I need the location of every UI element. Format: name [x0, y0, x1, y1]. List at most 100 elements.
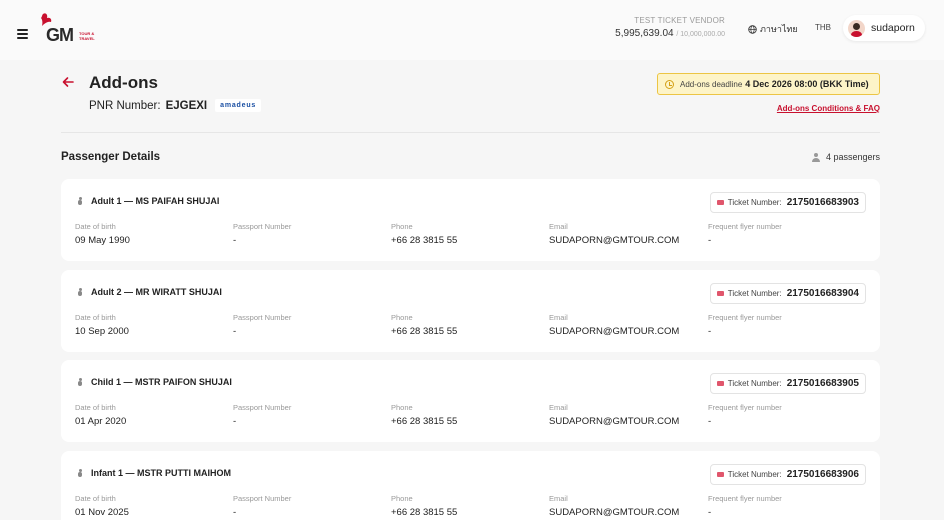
passenger-icon: [77, 287, 83, 297]
passport-label: Passport Number: [233, 313, 292, 322]
passport-value: -: [233, 235, 237, 246]
dob-value: 01 Nov 2025: [75, 507, 129, 518]
ticket-label: Ticket Number:: [727, 470, 782, 479]
ticket-label: Ticket Number:: [727, 289, 782, 298]
clock-icon: [665, 79, 674, 89]
language-selector[interactable]: ภาษาไทย: [748, 22, 798, 36]
passport-label: Passport Number: [233, 403, 292, 412]
passenger-title-row: Adult 1 — MS PAIFAH SHUJAI: [77, 196, 219, 206]
passenger-name: Child 1 — MSTR PAIFON SHUJAI: [91, 377, 232, 387]
ticket-number: 2175016683906: [786, 469, 859, 480]
passport-label: Passport Number: [233, 494, 292, 503]
phone-value: +66 28 3815 55: [391, 507, 458, 518]
email-label: Email: [549, 403, 568, 412]
divider: [61, 132, 880, 133]
ffn-value: -: [708, 235, 712, 246]
passenger-card: Adult 1 — MS PAIFAH SHUJAI Ticket Number…: [61, 179, 880, 261]
balance-value: 5,995,639.04: [615, 28, 674, 39]
ffn-label: Frequent flyer number: [708, 494, 782, 503]
dob-value: 01 Apr 2020: [75, 416, 127, 427]
passenger-card: Child 1 — MSTR PAIFON SHUJAI Ticket Numb…: [61, 360, 880, 442]
currency-selector[interactable]: THB: [815, 23, 831, 32]
avatar: [848, 19, 865, 37]
ticket-icon: [716, 472, 724, 477]
dob-label: Date of birth: [75, 222, 116, 231]
phone-value: +66 28 3815 55: [391, 326, 458, 337]
passenger-icon: [77, 468, 83, 478]
ffn-value: -: [708, 416, 712, 427]
passport-label: Passport Number: [233, 222, 292, 231]
ffn-value: -: [708, 326, 712, 337]
user-menu[interactable]: sudaporn: [843, 15, 925, 41]
person-icon: [811, 152, 820, 162]
phone-label: Phone: [391, 222, 413, 231]
passenger-name: Infant 1 — MSTR PUTTI MAIHOM: [91, 468, 231, 478]
ticket-label: Ticket Number:: [727, 379, 782, 388]
language-label: ภาษาไทย: [760, 24, 798, 34]
globe-icon: [748, 24, 757, 34]
ticket-icon: [716, 381, 724, 386]
vendor-name: TEST TICKET VENDOR: [634, 16, 725, 25]
logo-subtext: TOUR & TRAVEL: [79, 31, 95, 41]
email-value: SUDAPORN@GMTOUR.COM: [549, 235, 680, 246]
section-title: Passenger Details: [61, 151, 161, 163]
email-value: SUDAPORN@GMTOUR.COM: [549, 416, 680, 427]
ticket-icon: [716, 291, 724, 296]
ffn-value: -: [708, 507, 712, 518]
passenger-name: Adult 2 — MR WIRATT SHUJAI: [91, 287, 222, 297]
pnr-row: PNR Number: EJGEXI amadeus: [89, 99, 262, 112]
ticket-number-badge: Ticket Number: 2175016683903: [709, 192, 866, 213]
pnr-label: PNR Number:: [89, 99, 161, 112]
dob-label: Date of birth: [75, 313, 116, 322]
ticket-number: 2175016683903: [786, 197, 859, 208]
ticket-number: 2175016683905: [786, 378, 859, 389]
pnr-value: EJGEXI: [165, 99, 208, 112]
vendor-balance: TEST TICKET VENDOR 5,995,639.04 / 10,000…: [615, 16, 725, 39]
ffn-label: Frequent flyer number: [708, 403, 782, 412]
email-label: Email: [549, 222, 568, 231]
email-value: SUDAPORN@GMTOUR.COM: [549, 326, 680, 337]
phone-label: Phone: [391, 494, 413, 503]
phone-value: +66 28 3815 55: [391, 235, 458, 246]
logo[interactable]: GM TOUR & TRAVEL: [39, 12, 103, 45]
passenger-icon: [77, 196, 83, 206]
ticket-label: Ticket Number:: [727, 198, 782, 207]
phone-label: Phone: [391, 313, 413, 322]
email-label: Email: [549, 494, 568, 503]
deadline-label: Add-ons deadline: [680, 79, 743, 89]
ticket-number: 2175016683904: [786, 288, 859, 299]
passenger-title-row: Child 1 — MSTR PAIFON SHUJAI: [77, 377, 232, 387]
deadline-banner: Add-ons deadline 4 Dec 2026 08:00 (BKK T…: [657, 73, 880, 95]
email-label: Email: [549, 313, 568, 322]
ticket-number-badge: Ticket Number: 2175016683906: [709, 464, 866, 485]
deadline-value: 4 Dec 2026 08:00 (BKK Time): [745, 79, 869, 89]
passport-value: -: [233, 507, 237, 518]
passenger-title-row: Adult 2 — MR WIRATT SHUJAI: [77, 287, 222, 297]
faq-link[interactable]: Add-ons Conditions & FAQ: [777, 104, 880, 113]
back-arrow-icon[interactable]: [61, 75, 75, 89]
balance: 5,995,639.04 / 10,000,000.00: [615, 28, 725, 39]
dob-value: 10 Sep 2000: [75, 326, 129, 337]
ticket-number-badge: Ticket Number: 2175016683905: [709, 373, 866, 394]
passenger-name: Adult 1 — MS PAIFAH SHUJAI: [91, 196, 220, 206]
passenger-count: 4 passengers: [811, 152, 880, 162]
logo-text: GM: [46, 25, 74, 45]
dob-label: Date of birth: [75, 403, 116, 412]
passenger-icon: [77, 377, 83, 387]
dob-value: 09 May 1990: [75, 235, 130, 246]
page-title: Add-ons: [89, 73, 158, 92]
gds-badge: amadeus: [215, 99, 262, 112]
top-bar: GM TOUR & TRAVEL TEST TICKET VENDOR 5,99…: [0, 0, 944, 60]
passenger-card: Adult 2 — MR WIRATT SHUJAI Ticket Number…: [61, 270, 880, 352]
passport-value: -: [233, 326, 237, 337]
passenger-title-row: Infant 1 — MSTR PUTTI MAIHOM: [77, 468, 231, 478]
balance-max: / 10,000,000.00: [676, 31, 725, 38]
passenger-card: Infant 1 — MSTR PUTTI MAIHOM Ticket Numb…: [61, 451, 880, 520]
phone-label: Phone: [391, 403, 413, 412]
passenger-count-label: 4 passengers: [825, 152, 880, 162]
username: sudaporn: [871, 22, 915, 34]
ffn-label: Frequent flyer number: [708, 222, 782, 231]
passport-value: -: [233, 416, 237, 427]
menu-icon[interactable]: [17, 29, 28, 39]
ffn-label: Frequent flyer number: [708, 313, 782, 322]
